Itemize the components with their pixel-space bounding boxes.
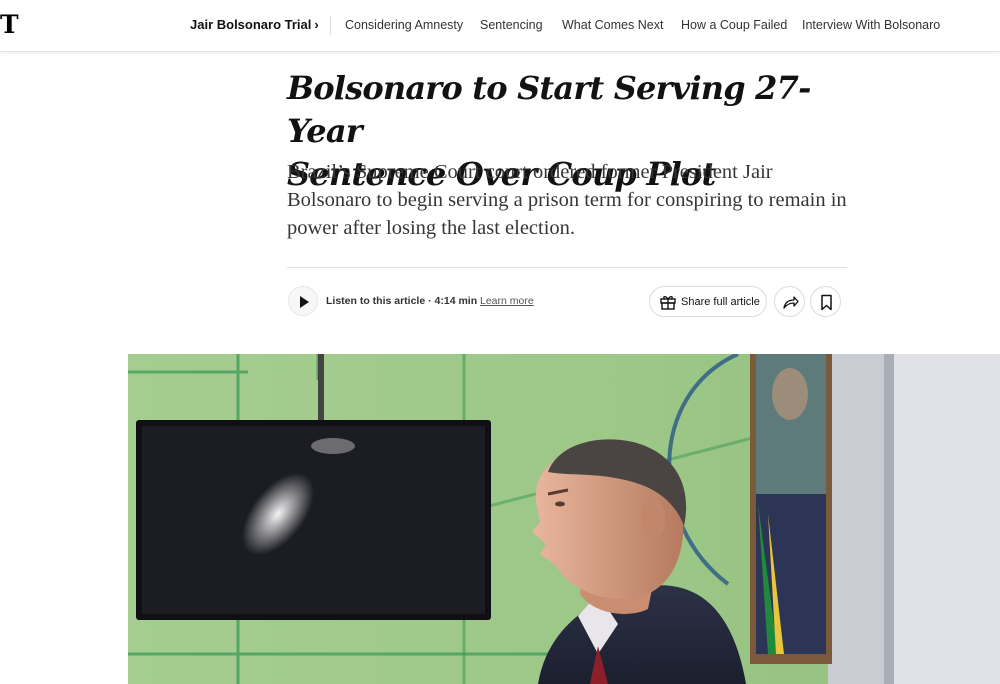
nav-link-considering-amnesty[interactable]: Considering Amnesty [345, 18, 463, 32]
play-audio-button[interactable] [288, 286, 318, 316]
top-navigation-bar: T Jair Bolsonaro Trial › Considering Amne… [0, 0, 1000, 52]
gift-icon [660, 296, 676, 310]
share-button[interactable] [774, 286, 805, 317]
chevron-right-icon: › [314, 17, 319, 32]
divider [287, 267, 847, 268]
bookmark-icon [821, 294, 832, 311]
lead-photo [128, 354, 1000, 684]
save-article-button[interactable] [810, 286, 841, 317]
nav-link-jair-bolsonaro-trial[interactable]: Jair Bolsonaro Trial › [190, 17, 319, 32]
nav-link-how-a-coup-failed[interactable]: How a Coup Failed [681, 18, 787, 32]
nav-primary-label: Jair Bolsonaro Trial [190, 17, 312, 32]
nav-link-sentencing[interactable]: Sentencing [480, 18, 543, 32]
nav-link-what-comes-next[interactable]: What Comes Next [562, 18, 663, 32]
share-arrow-icon [783, 296, 799, 309]
share-label: Share full article [681, 296, 760, 308]
nyt-logo-icon[interactable]: T [0, 10, 22, 40]
listen-label: Listen to this article · 4:14 min [326, 295, 478, 307]
learn-more-link[interactable]: Learn more [480, 295, 534, 307]
play-icon [300, 296, 309, 308]
article-summary: Brazil’s Supreme Court court ordered for… [287, 161, 847, 239]
nav-divider [330, 16, 331, 35]
share-full-article-button[interactable]: Share full article [649, 286, 767, 317]
nav-link-interview-with-bolsonaro[interactable]: Interview With Bolsonaro [802, 18, 940, 32]
headline-line-1: Bolsonaro to Start Serving 27-Year [287, 69, 811, 150]
lead-photo-illustration [128, 354, 1000, 684]
